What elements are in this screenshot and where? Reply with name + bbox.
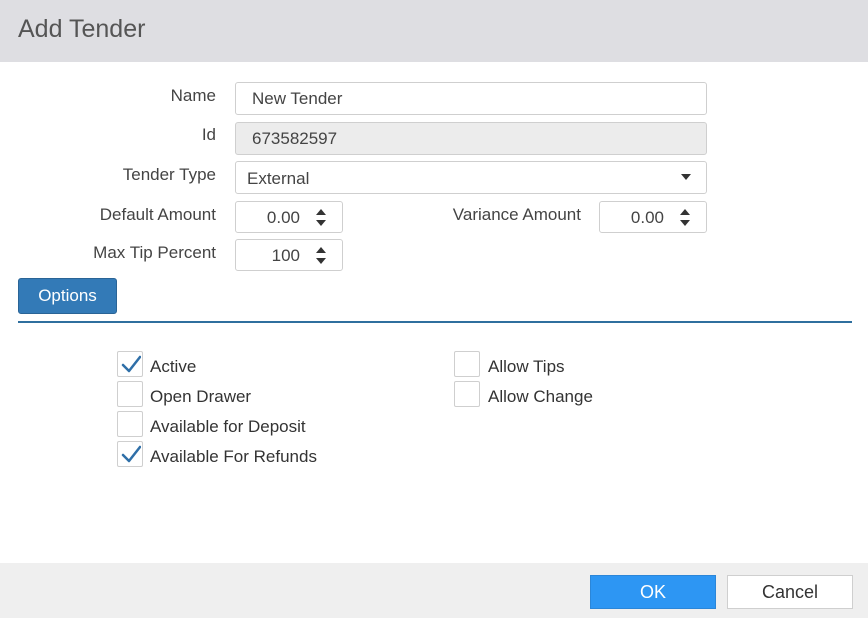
max-tip-percent-label: Max Tip Percent bbox=[93, 243, 216, 262]
open-drawer-label: Open Drawer bbox=[150, 387, 252, 406]
variance-amount-stepper[interactable]: 0.00 bbox=[599, 201, 707, 233]
tender-type-select[interactable]: External bbox=[235, 161, 707, 194]
spin-down-icon[interactable] bbox=[680, 220, 690, 226]
default-amount-stepper[interactable]: 0.00 bbox=[235, 201, 343, 233]
tender-type-label: Tender Type bbox=[122, 165, 216, 184]
checkmark-icon bbox=[121, 355, 141, 373]
tab-divider bbox=[18, 321, 852, 323]
id-value: 673582597 bbox=[252, 129, 338, 148]
chevron-down-icon bbox=[681, 174, 691, 180]
max-tip-percent-value: 100 bbox=[271, 246, 300, 265]
available-for-deposit-checkbox[interactable] bbox=[117, 411, 143, 437]
allow-tips-checkbox[interactable] bbox=[454, 351, 480, 377]
variance-amount-value: 0.00 bbox=[630, 208, 664, 227]
allow-change-label: Allow Change bbox=[488, 387, 593, 406]
cancel-button[interactable]: Cancel bbox=[727, 575, 853, 609]
open-drawer-checkbox[interactable] bbox=[117, 381, 143, 407]
spin-up-icon[interactable] bbox=[680, 209, 690, 215]
ok-button[interactable]: OK bbox=[590, 575, 716, 609]
default-amount-label: Default Amount bbox=[99, 205, 216, 224]
active-label: Active bbox=[150, 357, 197, 376]
name-input[interactable]: New Tender bbox=[235, 82, 707, 115]
spin-down-icon[interactable] bbox=[316, 220, 326, 226]
tender-type-value: External bbox=[247, 169, 310, 188]
tab-options[interactable]: Options bbox=[18, 278, 117, 314]
spin-up-icon[interactable] bbox=[316, 209, 326, 215]
checkmark-icon bbox=[121, 445, 141, 463]
dialog-header: Add Tender bbox=[0, 0, 868, 62]
available-for-refunds-checkbox[interactable] bbox=[117, 441, 143, 467]
available-for-refunds-label: Available For Refunds bbox=[150, 447, 317, 466]
name-value: New Tender bbox=[252, 89, 343, 108]
active-checkbox[interactable] bbox=[117, 351, 143, 377]
max-tip-percent-stepper[interactable]: 100 bbox=[235, 239, 343, 271]
id-input: 673582597 bbox=[235, 122, 707, 155]
id-label: Id bbox=[201, 125, 216, 144]
default-amount-value: 0.00 bbox=[266, 208, 300, 227]
allow-change-checkbox[interactable] bbox=[454, 381, 480, 407]
spin-down-icon[interactable] bbox=[316, 258, 326, 264]
spin-up-icon[interactable] bbox=[316, 247, 326, 253]
available-for-deposit-label: Available for Deposit bbox=[150, 417, 306, 436]
variance-amount-label: Variance Amount bbox=[452, 205, 581, 224]
dialog-title: Add Tender bbox=[18, 15, 146, 43]
name-label: Name bbox=[170, 86, 216, 105]
allow-tips-label: Allow Tips bbox=[488, 357, 565, 376]
